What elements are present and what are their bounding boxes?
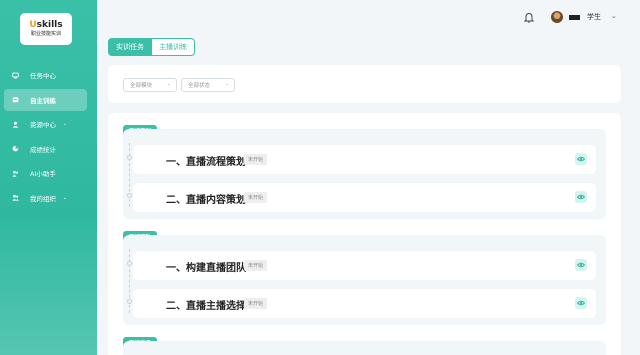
monitor-icon	[12, 72, 19, 78]
sidebar-item-label: 自主训练	[30, 96, 56, 105]
sidebar-nav: 任务中心 自主训练 资源中心 ⌄ 成绩统计 AI小助手 我的组织 ⌄	[4, 64, 87, 211]
brand-logo[interactable]: Uskills 职业技能实训	[20, 13, 72, 45]
sidebar-item-ai-assistant[interactable]: AI小助手	[4, 162, 87, 184]
status-badge: 未开始	[244, 154, 268, 165]
group-card	[123, 341, 606, 355]
user-icon	[12, 121, 19, 128]
list-item[interactable]: 二、直播内容策划 未开始	[133, 183, 596, 212]
tab-anchor-training[interactable]: 主播训练	[151, 38, 195, 56]
timeline-dot	[127, 193, 132, 198]
status-select[interactable]: 全部状态 ⌄	[181, 78, 235, 92]
module-select[interactable]: 全部模块 ⌄	[123, 78, 177, 92]
user-name[interactable]: 学生	[587, 12, 601, 22]
sidebar-item-self-training[interactable]: 自主训练	[4, 88, 87, 111]
task-title: 一、直播流程策划	[166, 157, 246, 168]
list-item[interactable]: 一、直播流程策划 未开始	[133, 145, 596, 174]
sidebar-item-score-stats[interactable]: 成绩统计	[4, 138, 87, 160]
user-name-redacted	[569, 15, 580, 20]
bell-icon[interactable]	[524, 12, 534, 23]
sidebar-item-label: 成绩统计	[30, 145, 56, 154]
list-item[interactable]: 二、直播主播选择 未开始	[133, 289, 596, 318]
chevron-down-icon: ⌄	[63, 194, 68, 201]
group-icon	[12, 194, 19, 201]
pie-chart-icon	[12, 145, 19, 152]
status-badge: 未开始	[244, 298, 268, 309]
avatar[interactable]	[551, 11, 563, 23]
timeline-dot	[127, 261, 132, 266]
eye-icon[interactable]	[575, 153, 587, 165]
eye-icon[interactable]	[575, 259, 587, 271]
eye-icon[interactable]	[575, 191, 587, 203]
task-title: 二、直播内容策划	[166, 195, 246, 206]
chevron-down-icon: ⌄	[166, 81, 171, 87]
eye-icon[interactable]	[575, 297, 587, 309]
sidebar-item-label: 资源中心	[30, 121, 56, 129]
status-select-placeholder: 全部状态	[188, 83, 211, 89]
sidebar-item-task-center[interactable]: 任务中心	[4, 64, 87, 86]
tab-training-tasks[interactable]: 实训任务	[108, 38, 152, 56]
task-list: 直播策划 一、直播流程策划 未开始 二、直播内容策划 未开始 直播团队 一、构建…	[108, 113, 621, 355]
sidebar-item-label: 我的组织	[30, 194, 56, 203]
chevron-down-icon: ⌄	[63, 121, 68, 127]
timeline-dot	[127, 155, 132, 160]
module-select-placeholder: 全部模块	[130, 83, 153, 89]
sidebar-item-label: 任务中心	[30, 72, 56, 80]
task-title: 二、直播主播选择	[166, 301, 246, 312]
chevron-down-icon[interactable]: ⌄	[611, 12, 617, 20]
group-card: 一、直播流程策划 未开始 二、直播内容策划 未开始	[123, 129, 606, 219]
group-card: 一、构建直播团队 未开始 二、直播主播选择 未开始	[123, 235, 606, 325]
sidebar-item-label: AI小助手	[30, 170, 56, 178]
task-title: 一、构建直播团队	[166, 263, 246, 274]
list-item[interactable]: 一、构建直播团队 未开始	[133, 251, 596, 280]
chevron-down-icon: ⌄	[224, 81, 229, 87]
tab-bar: 实训任务 主播训练	[108, 38, 195, 56]
status-badge: 未开始	[244, 260, 268, 271]
assistant-icon	[12, 170, 19, 177]
sidebar-item-my-org[interactable]: 我的组织 ⌄	[4, 187, 87, 209]
calendar-icon	[12, 97, 19, 103]
status-badge: 未开始	[244, 192, 268, 203]
logo-subtitle: 职业技能实训	[30, 31, 61, 37]
sidebar-item-resource-center[interactable]: 资源中心 ⌄	[4, 113, 87, 135]
logo-mark: Uskills	[29, 20, 63, 30]
filter-bar: 全部模块 ⌄ 全部状态 ⌄	[108, 65, 621, 103]
sidebar: Uskills 职业技能实训 任务中心 自主训练 资源中心 ⌄ 成绩统计 AI小…	[0, 0, 97, 355]
timeline-dot	[127, 299, 132, 304]
